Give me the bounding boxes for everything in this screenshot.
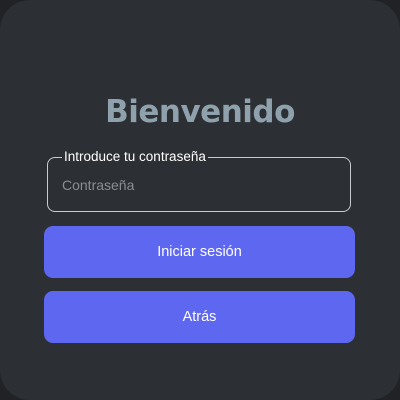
password-field-label: Introduce tu contraseña	[62, 149, 208, 165]
password-input[interactable]	[62, 174, 332, 196]
login-card: Bienvenido Introduce tu contraseña Inici…	[0, 0, 400, 400]
password-field[interactable]: Introduce tu contraseña	[47, 149, 351, 212]
back-button[interactable]: Atrás	[44, 291, 355, 343]
page-title: Bienvenido	[105, 94, 295, 130]
login-button[interactable]: Iniciar sesión	[44, 226, 355, 278]
